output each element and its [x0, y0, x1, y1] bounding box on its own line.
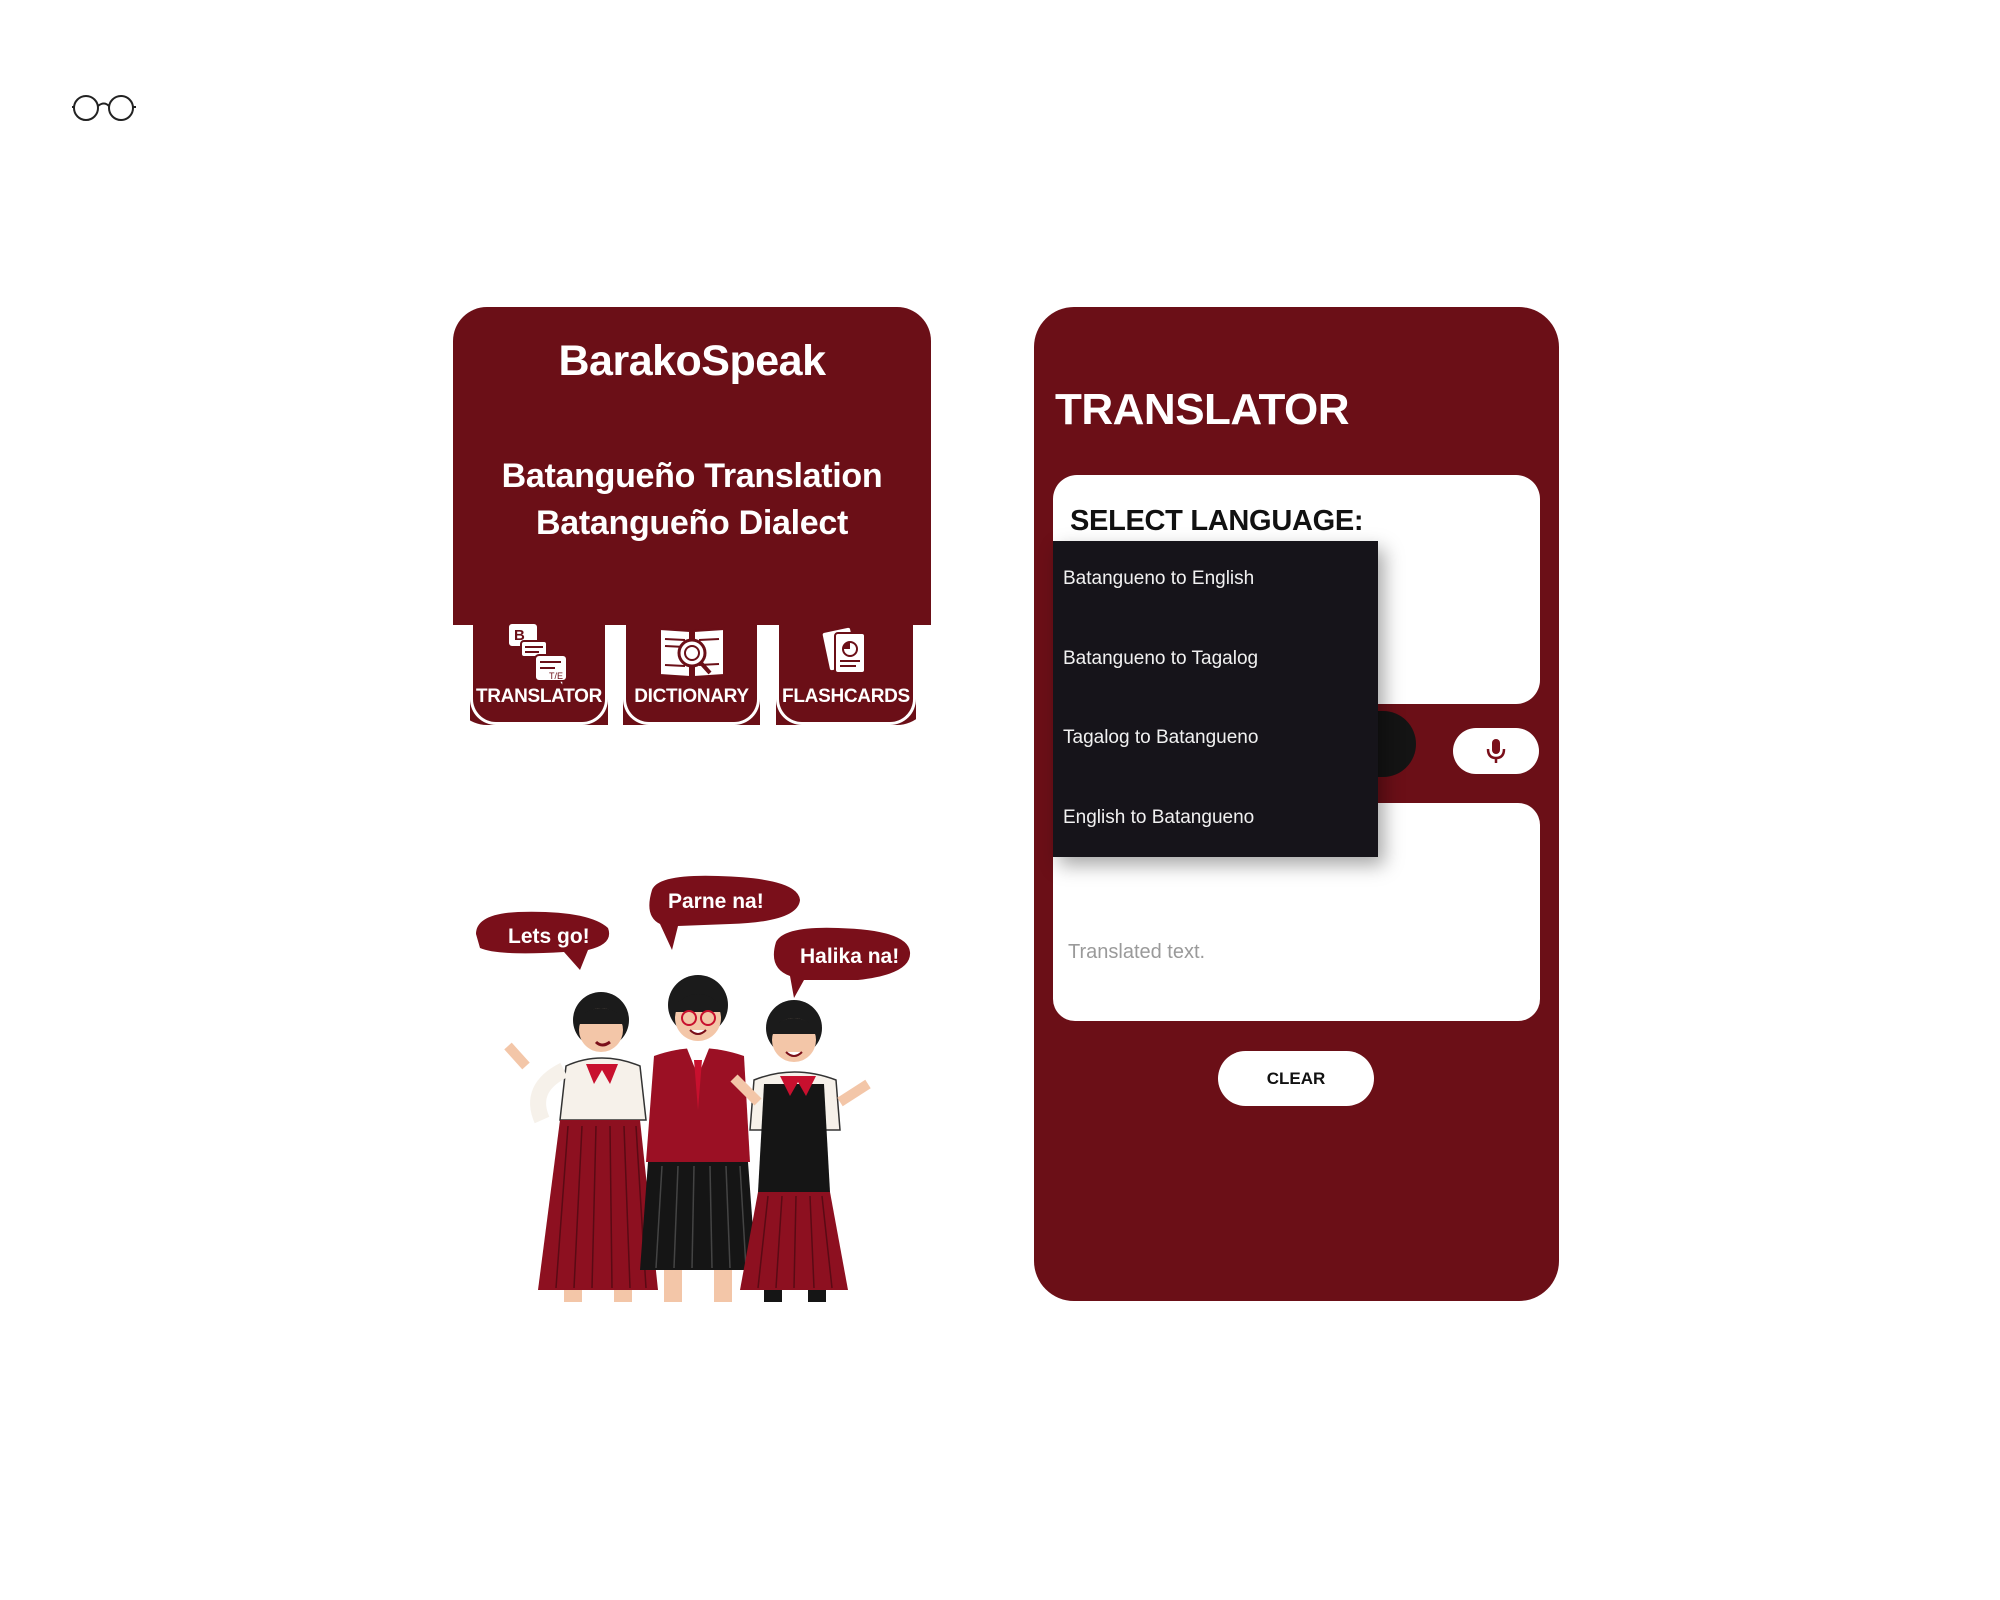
app-title: BarakoSpeak: [558, 337, 827, 385]
nav-flashcards-button[interactable]: FLASHCARDS: [776, 625, 916, 725]
nav-translator-label: TRANSLATOR: [475, 686, 603, 707]
microphone-icon: [1486, 739, 1506, 763]
tagline-dialect: Batangueño Dialect: [536, 504, 848, 542]
chat-translate-icon: B T/E: [507, 622, 568, 689]
language-dropdown-menu: Batangueno to English Batangueno to Taga…: [1053, 541, 1378, 857]
translator-screen: TRANSLATOR SELECT LANGUAGE: Translated t…: [1034, 307, 1559, 1301]
dropdown-option-batangueno-tagalog[interactable]: Batangueno to Tagalog: [1063, 648, 1258, 670]
dropdown-option-tagalog-batangueno[interactable]: Tagalog to Batangueno: [1063, 727, 1258, 749]
nav-divider: [760, 625, 776, 725]
speech-bubble-center-text: Parne na!: [668, 890, 764, 913]
nav-translator-button[interactable]: B T/E TRANSLATOR: [470, 622, 608, 725]
home-screen: BarakoSpeak Batangueño Translation Batan…: [453, 307, 931, 725]
nav-divider: [453, 625, 470, 725]
select-language-label: SELECT LANGUAGE:: [1070, 505, 1364, 537]
student-right: [730, 1000, 871, 1302]
nav-divider: [608, 625, 623, 725]
output-placeholder: Translated text.: [1068, 941, 1206, 963]
speech-bubble-left: Lets go!: [476, 911, 610, 970]
nav-flashcards-label: FLASHCARDS: [782, 686, 910, 707]
dictionary-search-icon: [658, 627, 725, 679]
clear-button[interactable]: CLEAR: [1218, 1051, 1374, 1106]
nav-dictionary-label: DICTIONARY: [634, 686, 749, 707]
tagline-translation: Batangueño Translation: [501, 457, 883, 495]
speech-bubble-center: Parne na!: [649, 875, 800, 950]
nav-dictionary-button[interactable]: DICTIONARY: [623, 625, 760, 725]
microphone-button[interactable]: [1453, 728, 1539, 774]
speech-bubble-right-text: Halika na!: [800, 945, 899, 968]
student-left: [504, 992, 658, 1302]
svg-text:T/E: T/E: [549, 671, 563, 681]
dropdown-option-english-batangueno[interactable]: English to Batangueno: [1063, 807, 1254, 829]
nav-divider: [916, 625, 931, 725]
flashcards-icon: [820, 625, 866, 674]
speech-bubble-left-text: Lets go!: [508, 925, 590, 948]
student-center: [640, 975, 756, 1302]
students-illustration: Lets go! Parne na! Halika na!: [476, 875, 911, 1302]
speech-bubble-right: Halika na!: [773, 927, 911, 998]
glasses-icon: [72, 95, 136, 121]
translator-title: TRANSLATOR: [1055, 385, 1350, 434]
dropdown-option-batangueno-english[interactable]: Batangueno to English: [1063, 568, 1254, 590]
